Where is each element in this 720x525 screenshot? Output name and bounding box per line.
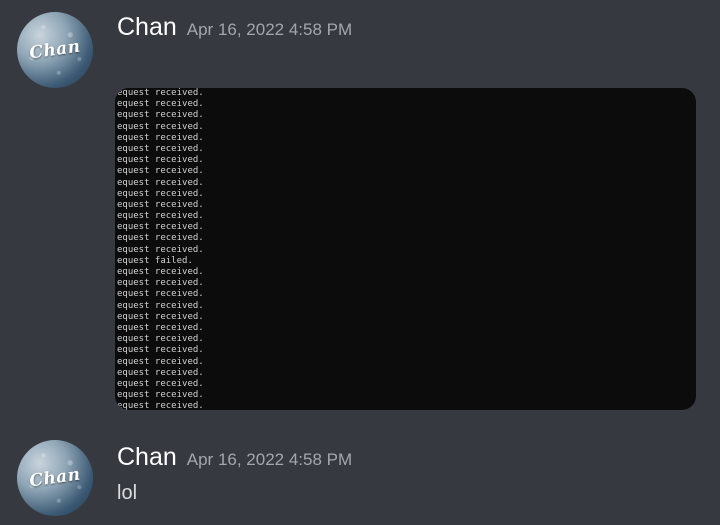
terminal-line: equest received. (117, 300, 204, 311)
message-group: Chan Chan Apr 16, 2022 4:58 PM lol (0, 430, 720, 525)
terminal-line: equest received. (117, 367, 204, 378)
message-group: Chan Chan Apr 16, 2022 4:58 PM equest rec… (0, 0, 720, 430)
message-header: Chan Apr 16, 2022 4:58 PM (117, 443, 352, 472)
terminal-line: equest received. (117, 311, 204, 322)
terminal-line: equest received. (117, 378, 204, 389)
terminal-output: equest received. equest received. equest r… (117, 88, 204, 410)
terminal-line: equest received. (117, 99, 204, 110)
terminal-line: equest received. (117, 289, 204, 300)
username[interactable]: Chan (117, 443, 177, 471)
terminal-line: equest received. (117, 155, 204, 166)
terminal-line: equest received. (117, 233, 204, 244)
timestamp: Apr 16, 2022 4:58 PM (186, 20, 353, 39)
terminal-line: equest received. (117, 345, 204, 356)
terminal-line: equest received. (117, 188, 204, 199)
terminal-line: equest received. (117, 166, 204, 177)
terminal-line: equest received. (117, 267, 204, 277)
terminal-line: equest received. (117, 132, 204, 143)
message-header: Chan Apr 16, 2022 4:58 PM (117, 13, 352, 42)
image-attachment[interactable]: equest received. equest received. equest r… (115, 88, 696, 410)
avatar[interactable]: Chan (17, 440, 93, 516)
terminal-line: equest received. (117, 177, 204, 188)
avatar[interactable]: Chan (17, 12, 93, 88)
terminal-line: equest received. (117, 110, 204, 121)
terminal-line: equest failed. (117, 255, 193, 266)
terminal-line: equest received. (117, 401, 204, 410)
terminal-line: equest received. (117, 390, 204, 401)
terminal-line: equest received. (117, 356, 204, 367)
terminal-line: equest received. (117, 88, 204, 98)
terminal-line: equest received. (117, 121, 204, 132)
terminal-line: equest received. (117, 278, 204, 289)
terminal-line: equest received. (117, 211, 204, 222)
terminal-line: equest received. (117, 244, 204, 255)
terminal-line: equest received. (117, 334, 204, 345)
username[interactable]: Chan (117, 13, 177, 41)
terminal-line: equest received. (117, 199, 204, 210)
terminal-line: equest received. (117, 222, 204, 233)
terminal-line: equest received. (117, 322, 204, 333)
timestamp: Apr 16, 2022 4:58 PM (186, 450, 353, 469)
terminal-line: equest received. (117, 143, 204, 154)
message-text: lol (117, 482, 138, 504)
